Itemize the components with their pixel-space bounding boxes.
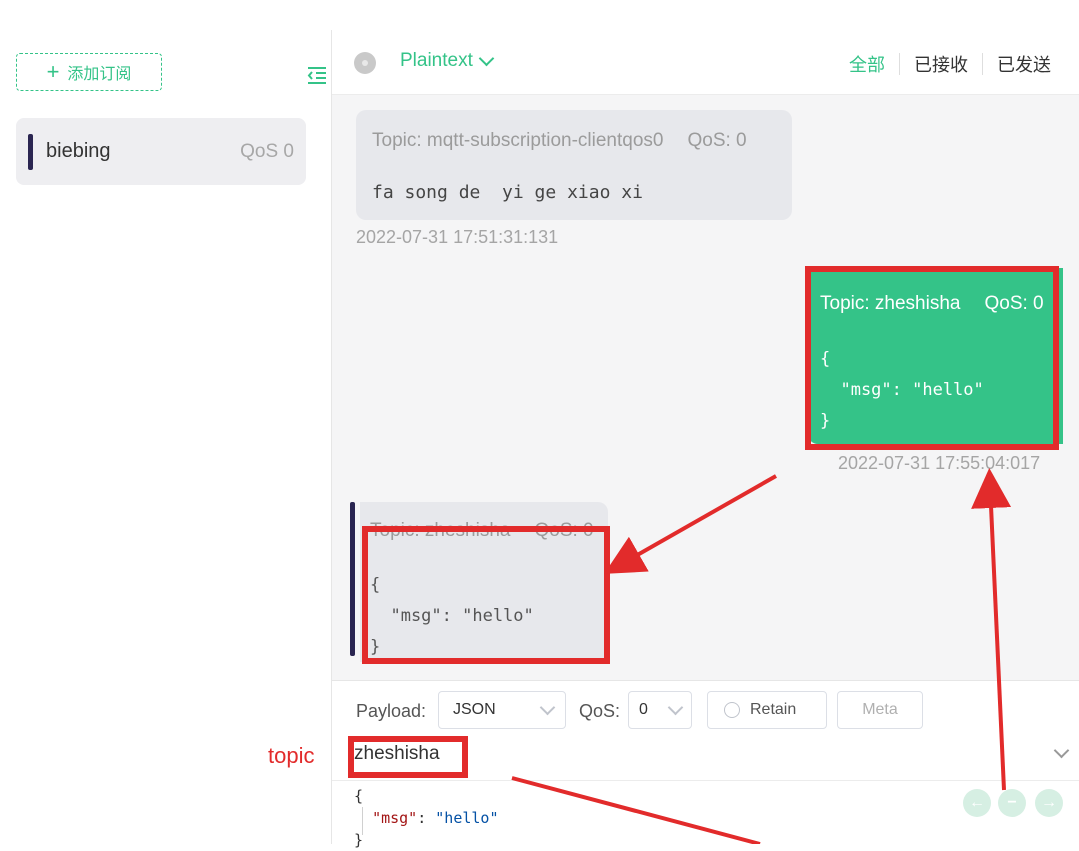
chevron-down-icon: [667, 699, 684, 715]
tab-received[interactable]: 已接收: [900, 51, 982, 77]
payload-type-value: JSON: [453, 701, 496, 718]
clear-icon[interactable]: −: [998, 789, 1026, 817]
payload-type-select[interactable]: JSON: [438, 691, 566, 729]
payload-format-value: Plaintext: [400, 50, 473, 71]
subscription-topic: biebing: [46, 140, 111, 162]
message-panel: Plaintext 全部 已接收 已发送 Topic: mqtt-subscri…: [332, 30, 1079, 849]
connection-status-icon: [354, 52, 376, 74]
chevron-down-icon: [539, 699, 556, 715]
subscription-color-bar: [350, 502, 355, 656]
editor-divider: [332, 780, 1079, 781]
add-subscription-button[interactable]: + 添加订阅: [16, 53, 162, 91]
retain-checkbox[interactable]: Retain: [707, 691, 827, 729]
message-topic: Topic: mqtt-subscription-clientqos0: [372, 130, 664, 151]
add-subscription-label: 添加订阅: [67, 66, 132, 83]
window-top-bar: [0, 0, 1079, 31]
code-line: {: [354, 787, 364, 805]
chevron-down-icon[interactable]: [1053, 742, 1070, 759]
message-header: Plaintext 全部 已接收 已发送: [332, 30, 1079, 95]
code-line: }: [354, 831, 364, 849]
topic-annotation: topic: [268, 743, 315, 768]
code-colon: :: [417, 809, 436, 827]
subscription-item[interactable]: biebing QoS 0: [16, 118, 306, 185]
tab-sent[interactable]: 已发送: [983, 51, 1065, 77]
qos-value: 0: [639, 701, 648, 718]
chevron-down-icon: [478, 50, 495, 66]
highlight-box: [362, 526, 610, 664]
subscription-color-bar: [28, 134, 33, 170]
code-key: "msg": [372, 809, 418, 827]
code-value: "hello": [435, 809, 499, 827]
message-filter-tabs: 全部 已接收 已发送: [835, 51, 1065, 77]
plus-icon: +: [46, 59, 60, 84]
tab-all[interactable]: 全部: [835, 51, 899, 77]
message-payload: fa song de yi ge xiao xi: [372, 182, 643, 203]
next-arrow-icon[interactable]: →: [1035, 789, 1063, 817]
payload-format-select[interactable]: Plaintext: [400, 50, 495, 72]
collapse-sidebar-icon[interactable]: [306, 66, 328, 84]
message-bubble-received[interactable]: Topic: mqtt-subscription-clientqos0 QoS:…: [356, 110, 792, 220]
previous-arrow-icon[interactable]: ←: [963, 789, 991, 817]
qos-label: QoS:: [579, 701, 621, 721]
radio-icon: [724, 702, 740, 718]
message-meta: Topic: mqtt-subscription-clientqos0 QoS:…: [372, 130, 747, 152]
meta-button[interactable]: Meta: [837, 691, 923, 729]
subscription-sidebar: + 添加订阅 biebing QoS 0: [0, 30, 332, 844]
highlight-box: [805, 266, 1059, 450]
retain-label: Retain: [750, 701, 797, 718]
meta-label: Meta: [862, 701, 898, 718]
message-qos: QoS: 0: [687, 130, 747, 151]
message-time: 2022-07-31 17:55:04:017: [838, 453, 1041, 473]
subscription-qos: QoS 0: [240, 141, 294, 162]
message-time: 2022-07-31 17:51:31:131: [356, 227, 559, 247]
qos-select[interactable]: 0: [628, 691, 692, 729]
payload-label: Payload:: [356, 701, 427, 721]
highlight-box: [348, 736, 468, 778]
payload-editor[interactable]: { "msg": "hello" }: [354, 785, 499, 851]
